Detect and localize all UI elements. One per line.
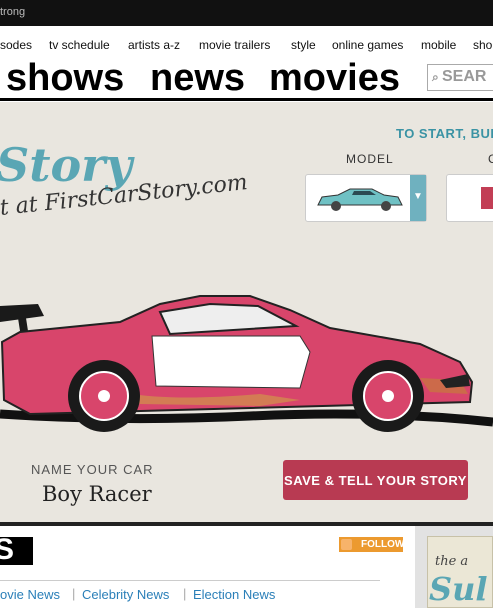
car-thumbnail-icon [317, 188, 403, 211]
model-label: MODEL [346, 152, 394, 166]
color-swatch [481, 187, 493, 209]
chevron-down-icon: ▼ [413, 191, 423, 202]
link-election-news[interactable]: Election News [193, 587, 275, 602]
section-title-text: S [0, 537, 15, 565]
nav-item-shop[interactable]: sho [473, 38, 492, 52]
model-dropdown-toggle[interactable]: ▼ [410, 175, 426, 221]
link-celebrity-news[interactable]: Celebrity News [82, 587, 169, 602]
follow-label: FOLLOW [361, 539, 405, 550]
ad-text: the a [435, 554, 469, 569]
header-link-shows[interactable]: shows [6, 57, 124, 100]
nav-item-style[interactable]: style [291, 38, 316, 52]
nav-item-online-games[interactable]: online games [332, 38, 403, 52]
search-label: SEAR [442, 68, 487, 85]
top-strip: trong [0, 0, 493, 26]
section-title: S [0, 537, 33, 565]
search-icon: ⌕ [432, 70, 439, 84]
name-your-car-label: NAME YOUR CAR [31, 462, 154, 477]
car-illustration [0, 295, 493, 432]
nav-item-tv-schedule[interactable]: tv schedule [49, 38, 110, 52]
header-link-movies[interactable]: movies [269, 57, 400, 100]
link-separator: | [183, 586, 187, 601]
news-links: ovie News | Celebrity News | Election Ne… [0, 580, 380, 605]
search-box[interactable]: ⌕ SEAR [427, 64, 493, 91]
follow-button[interactable]: FOLLOW [339, 537, 405, 552]
nav-item-mobile[interactable]: mobile [421, 38, 456, 52]
nav-item-episodes[interactable]: sodes [0, 38, 32, 52]
promo-banner: Story t at FirstCarStory.com TO START, B… [0, 102, 493, 522]
car-name-value[interactable]: Boy Racer [42, 482, 152, 506]
promo-instruction: TO START, BUILD & [396, 126, 493, 141]
link-movie-news[interactable]: ovie News [0, 587, 60, 602]
news-section: S FOLLOW ovie News | Celebrity News | El… [0, 526, 493, 608]
save-tell-story-button[interactable]: SAVE & TELL YOUR STORY [283, 460, 468, 500]
main-header: shows news movies ⌕ SEAR [0, 57, 493, 101]
rss-icon [341, 539, 352, 550]
model-select[interactable]: ▼ [305, 174, 427, 222]
link-separator: | [72, 586, 76, 601]
color-label: C [488, 152, 493, 166]
nav-item-movie-trailers[interactable]: movie trailers [199, 38, 270, 52]
header-rule [0, 98, 493, 101]
top-strip-text: trong [0, 6, 26, 18]
color-select[interactable] [446, 174, 493, 222]
sidebar-ad[interactable]: the a Sul [415, 526, 493, 608]
site-nav: sodes tv schedule artists a-z movie trai… [0, 26, 493, 58]
header-link-news[interactable]: news [150, 57, 245, 100]
nav-item-artists[interactable]: artists a-z [128, 38, 180, 52]
ad-title: Sul [429, 570, 488, 608]
